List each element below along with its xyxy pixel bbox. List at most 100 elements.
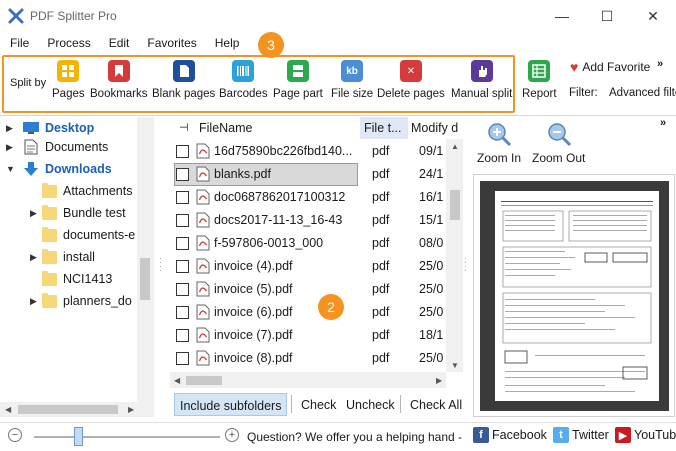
row-checkbox[interactable] — [176, 237, 189, 250]
pdf-icon — [196, 166, 210, 182]
table-row[interactable]: 16d75890bc226fbd140... pdf 09/1 — [170, 140, 445, 163]
split-by-label: Split by — [10, 77, 47, 89]
table-row[interactable]: invoice (8).pdf pdf 25/0 — [170, 347, 445, 370]
scroll-left-icon[interactable]: ◀ — [5, 405, 11, 414]
document-icon — [24, 139, 38, 155]
advanced-filter-dropdown[interactable]: Advanced filter — [609, 87, 676, 99]
scroll-right-icon[interactable]: ▶ — [128, 405, 134, 414]
twitter-link[interactable]: t Twitter — [553, 427, 609, 443]
folder-icon — [42, 204, 57, 220]
row-checkbox[interactable] — [176, 168, 189, 181]
pdf-icon — [196, 281, 210, 297]
page-part-icon — [286, 60, 309, 82]
tree-horizontal-scroll-thumb[interactable] — [18, 405, 118, 414]
filter-label: Filter: — [569, 87, 598, 99]
expand-arrow-icon[interactable]: ▶ — [6, 142, 18, 153]
split-barcodes-button[interactable]: Barcodes — [219, 60, 268, 100]
table-row[interactable]: invoice (7).pdf pdf 18/1 — [170, 324, 445, 347]
tree-item-documents-e[interactable]: documents-e — [30, 224, 135, 246]
table-row[interactable]: doc0687862017100312 pdf 16/1 — [170, 186, 445, 209]
file-list-vertical-scrollbar[interactable] — [446, 139, 463, 372]
tree-item-nci1413[interactable]: NCI1413 — [30, 268, 112, 290]
collapse-arrow-icon[interactable]: ▼ — [6, 164, 18, 174]
scroll-left-icon[interactable]: ◀ — [174, 376, 180, 385]
scroll-right-icon[interactable]: ▶ — [436, 376, 442, 385]
split-page-part-button[interactable]: Page part — [273, 60, 323, 100]
column-header-filename[interactable]: FileName — [199, 121, 253, 135]
split-bookmarks-button[interactable]: Bookmarks — [90, 60, 148, 100]
report-button[interactable]: Report — [522, 60, 557, 100]
tree-item-planners-do[interactable]: ▶ planners_do — [30, 290, 132, 312]
scroll-down-icon[interactable]: ▼ — [451, 361, 459, 370]
close-button[interactable]: ✕ — [630, 0, 676, 32]
scroll-up-icon[interactable]: ▲ — [451, 142, 459, 151]
table-row[interactable]: docs2017-11-13_16-43 pdf 15/1 — [170, 209, 445, 232]
menu-favorites[interactable]: Favorites — [137, 33, 204, 53]
row-checkbox[interactable] — [176, 352, 189, 365]
check-all-button[interactable]: Check All — [405, 393, 467, 416]
expand-arrow-icon[interactable]: ▶ — [30, 208, 42, 219]
menu-edit[interactable]: Edit — [99, 33, 138, 53]
check-button[interactable]: Check — [296, 393, 341, 416]
split-pages-button[interactable]: Pages — [52, 60, 85, 100]
status-bar: − + Question? We offer you a helping han… — [0, 422, 676, 451]
menu-file[interactable]: File — [0, 33, 37, 53]
split-file-size-button[interactable]: kb File size — [331, 60, 373, 100]
splitter-grip-icon[interactable]: · · · · — [159, 254, 165, 275]
include-subfolders-button[interactable]: Include subfolders — [174, 393, 288, 416]
menu-help[interactable]: Help — [205, 33, 248, 53]
zoom-slider[interactable] — [34, 436, 220, 438]
zoom-slider-thumb[interactable] — [74, 427, 83, 446]
column-header-modify-date[interactable]: Modify d — [411, 121, 458, 135]
menu-process[interactable]: Process — [37, 33, 98, 53]
split-blank-pages-button[interactable]: Blank pages — [152, 60, 215, 100]
manual-split-button[interactable]: Manual split — [451, 60, 512, 100]
tree-item-bundle-test[interactable]: ▶ Bundle test — [30, 202, 126, 224]
file-list: ⊣ FileName File t... Modify d 16d75890bc… — [170, 117, 463, 390]
row-checkbox[interactable] — [176, 145, 189, 158]
table-row[interactable]: invoice (5).pdf pdf 25/0 — [170, 278, 445, 301]
uncheck-button[interactable]: Uncheck — [341, 393, 400, 416]
minimize-button[interactable]: — — [539, 0, 585, 32]
row-checkbox[interactable] — [176, 214, 189, 227]
row-checkbox[interactable] — [176, 329, 189, 342]
bookmarks-icon — [107, 60, 130, 82]
file-list-horizontal-scroll-thumb[interactable] — [186, 376, 222, 385]
table-row[interactable]: invoice (6).pdf pdf 25/0 — [170, 301, 445, 324]
tree-item-install[interactable]: ▶ install — [30, 246, 95, 268]
expand-arrow-icon[interactable]: ▶ — [30, 252, 42, 263]
document-page-thumbnail — [495, 191, 659, 401]
tree-item-downloads[interactable]: ▼ Downloads — [6, 158, 112, 180]
zoom-plus-icon[interactable]: + — [225, 428, 239, 442]
row-checkbox[interactable] — [176, 283, 189, 296]
preview-more-icon[interactable]: » — [660, 117, 666, 129]
document-preview — [473, 174, 675, 417]
folder-icon — [42, 248, 57, 264]
file-list-vertical-scroll-thumb[interactable] — [450, 190, 460, 220]
menu-bar: File Process Edit Favorites Help — [0, 33, 676, 53]
pin-icon[interactable]: ⊣ — [179, 121, 189, 134]
zoom-minus-icon[interactable]: − — [8, 428, 22, 442]
table-row[interactable]: invoice (4).pdf pdf 25/0 — [170, 255, 445, 278]
folder-tree: ▶ Desktop ▶ Documents ▼ Downloads Attach… — [0, 117, 154, 417]
row-checkbox[interactable] — [176, 306, 189, 319]
tree-item-attachments[interactable]: Attachments — [30, 180, 132, 202]
table-row[interactable]: f-597806-0013_000 pdf 08/0 — [170, 232, 445, 255]
ribbon-toolbar: Split by Pages Bookmarks Blank pages Bar… — [0, 54, 676, 116]
facebook-link[interactable]: f Facebook — [473, 427, 547, 443]
expand-arrow-icon[interactable]: ▶ — [30, 296, 42, 307]
youtube-link[interactable]: ▶ YouTube — [615, 427, 676, 443]
add-favorite-button[interactable]: ♥ Add Favorite — [570, 59, 650, 75]
tree-item-documents[interactable]: ▶ Documents — [6, 136, 108, 158]
zoom-out-button[interactable]: Zoom Out — [532, 121, 585, 165]
table-row[interactable]: blanks.pdf pdf 24/1 — [170, 163, 445, 186]
maximize-button[interactable]: ☐ — [584, 0, 630, 32]
row-checkbox[interactable] — [176, 260, 189, 273]
ribbon-more-icon[interactable]: » — [657, 58, 663, 70]
row-checkbox[interactable] — [176, 191, 189, 204]
column-header-file-type[interactable]: File t... — [360, 117, 408, 139]
tree-vertical-scroll-thumb[interactable] — [140, 258, 150, 300]
delete-pages-button[interactable]: ✕ Delete pages — [377, 60, 445, 100]
expand-arrow-icon[interactable]: ▶ — [6, 123, 18, 134]
zoom-in-button[interactable]: Zoom In — [477, 121, 521, 165]
